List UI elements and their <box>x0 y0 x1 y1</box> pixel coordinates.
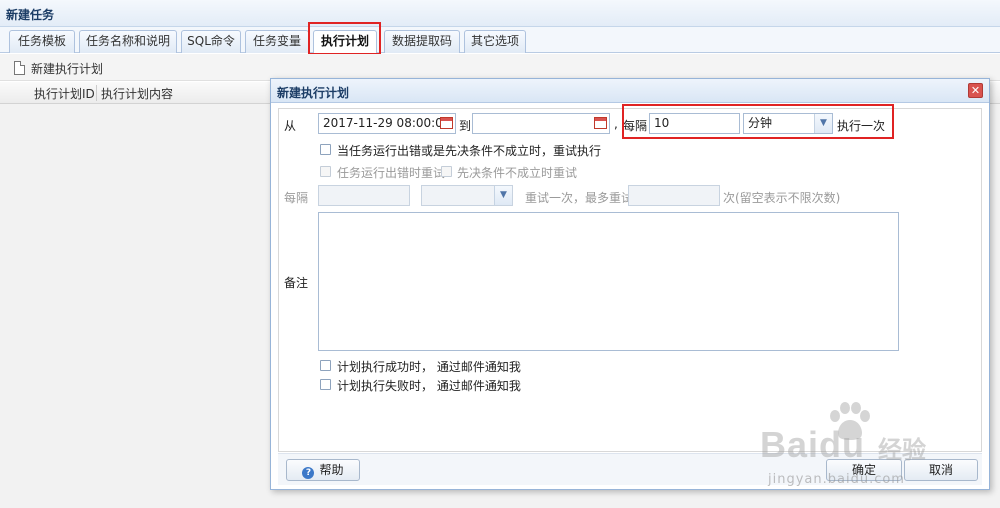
column-plan-id[interactable]: 执行计划ID <box>34 85 95 102</box>
retry-max-input[interactable] <box>628 185 720 206</box>
new-plan-dialog: 新建执行计划 ✕ 从 2017-11-29 08:00:00 到 , 每隔 10… <box>270 78 990 490</box>
from-datetime-input[interactable]: 2017-11-29 08:00:00 <box>318 113 456 134</box>
dialog-footer: ? 帮助 确定 取消 <box>278 453 982 485</box>
from-label: 从 <box>284 119 297 133</box>
retry-count-hint: 次(留空表示不限次数) <box>723 191 841 205</box>
document-icon <box>14 61 25 75</box>
tab-sql-command[interactable]: SQL命令 <box>181 30 241 53</box>
notify-fail-checkbox[interactable] <box>320 379 331 390</box>
retry-every-label: 每隔 <box>284 191 309 205</box>
retry-checkbox[interactable] <box>320 144 331 155</box>
column-separator <box>96 85 97 101</box>
run-once-label: 执行一次 <box>837 119 886 133</box>
remark-label: 备注 <box>284 276 309 290</box>
tab-other-options[interactable]: 其它选项 <box>464 30 526 53</box>
notify-fail-label: 计划执行失败时， 通过邮件通知我 <box>337 379 521 393</box>
dialog-title: 新建执行计划 <box>277 86 350 100</box>
retry-on-precondition-checkbox[interactable] <box>441 166 452 177</box>
ok-button[interactable]: 确定 <box>826 459 902 481</box>
chevron-down-icon[interactable]: ▼ <box>494 186 512 205</box>
tab-execution-plan[interactable]: 执行计划 <box>313 30 377 54</box>
dialog-title-bar: 新建执行计划 ✕ <box>271 79 989 103</box>
ok-label: 确定 <box>851 463 876 477</box>
retry-interval-input[interactable] <box>318 185 410 206</box>
notify-success-checkbox[interactable] <box>320 360 331 371</box>
calendar-icon[interactable] <box>440 117 453 129</box>
tab-data-extract-code[interactable]: 数据提取码 <box>384 30 460 53</box>
new-plan-label: 新建执行计划 <box>31 61 104 76</box>
retry-on-error-checkbox[interactable] <box>320 166 331 177</box>
retry-once-label: 重试一次，最多重试 <box>525 191 634 205</box>
interval-input[interactable]: 10 <box>649 113 740 134</box>
cancel-label: 取消 <box>928 463 953 477</box>
to-label: 到 <box>459 119 472 133</box>
retry-unit-select[interactable]: ▼ <box>421 185 513 206</box>
tab-task-name[interactable]: 任务名称和说明 <box>79 30 177 53</box>
from-datetime-value: 2017-11-29 08:00:00 <box>323 116 451 130</box>
dialog-body: 从 2017-11-29 08:00:00 到 , 每隔 10 分钟 ▼ 执行一… <box>278 104 982 452</box>
help-label: 帮助 <box>319 463 344 477</box>
notify-success-label: 计划执行成功时， 通过邮件通知我 <box>337 360 521 374</box>
interval-value: 10 <box>654 116 670 130</box>
unit-select[interactable]: 分钟 ▼ <box>743 113 833 134</box>
retry-on-precondition-label: 先决条件不成立时重试 <box>457 166 578 180</box>
window-title: 新建任务 <box>0 0 1000 27</box>
every-label: 每隔 <box>623 119 648 133</box>
comma-separator: , <box>614 117 618 131</box>
tab-task-template[interactable]: 任务模板 <box>9 30 75 53</box>
retry-main-label: 当任务运行出错或是先决条件不成立时，重试执行 <box>337 144 602 158</box>
tab-task-variables[interactable]: 任务变量 <box>245 30 309 53</box>
tab-bar: 任务模板 任务名称和说明 SQL命令 任务变量 执行计划 数据提取码 其它选项 <box>0 27 1000 54</box>
remark-textarea[interactable] <box>318 212 899 351</box>
cancel-button[interactable]: 取消 <box>904 459 978 481</box>
column-plan-content[interactable]: 执行计划内容 <box>101 85 173 102</box>
retry-on-error-label: 任务运行出错时重试 <box>337 166 446 180</box>
close-icon[interactable]: ✕ <box>968 83 983 98</box>
new-plan-button[interactable]: 新建执行计划 <box>14 60 103 76</box>
help-icon: ? <box>302 467 315 479</box>
calendar-icon[interactable] <box>594 117 607 129</box>
chevron-down-icon[interactable]: ▼ <box>814 114 832 133</box>
unit-value: 分钟 <box>748 116 773 130</box>
toolbar: 新建执行计划 <box>0 54 1000 81</box>
help-button[interactable]: ? 帮助 <box>286 459 360 481</box>
to-datetime-input[interactable] <box>472 113 610 134</box>
